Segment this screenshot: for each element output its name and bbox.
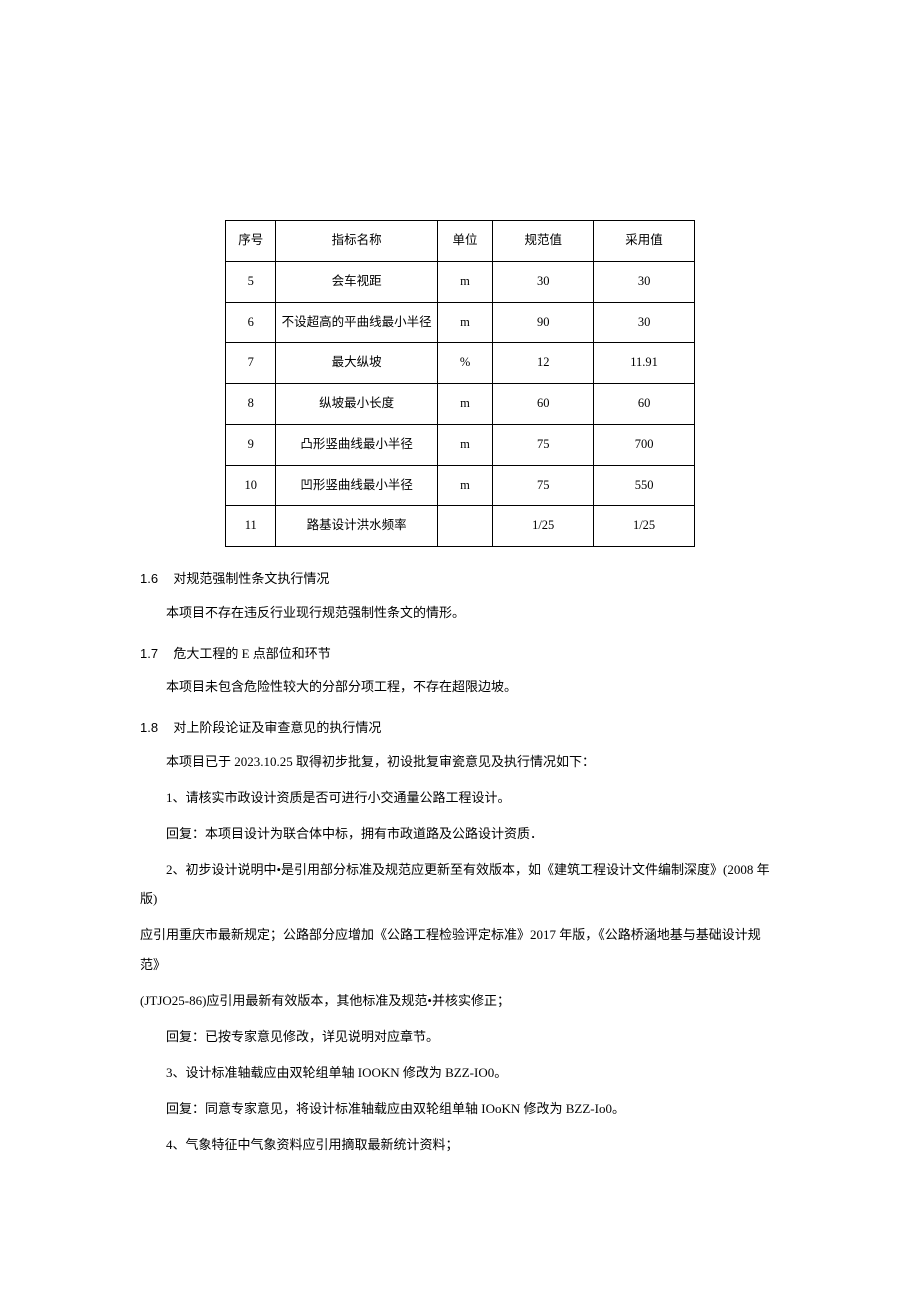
section-title: 危大工程的 E 点部位和环节 — [173, 646, 330, 661]
cell-use: 30 — [594, 302, 695, 343]
cell-unit: m — [437, 424, 492, 465]
cell-name: 凹形竖曲线最小半径 — [276, 465, 437, 506]
body-paragraph: (JTJO25-86)应引用最新有效版本，其他标准及规范•并核实修正； — [140, 986, 780, 1016]
body-paragraph: 本项目不存在违反行业现行规范强制性条文的情形。 — [140, 598, 780, 628]
cell-spec: 30 — [493, 261, 594, 302]
cell-spec: 75 — [493, 424, 594, 465]
section-title: 对规范强制性条文执行情况 — [173, 571, 329, 586]
section-1-8-heading: 1.8 对上阶段论证及审查意见的执行情况 — [140, 716, 780, 741]
cell-name: 凸形竖曲线最小半径 — [276, 424, 437, 465]
cell-seq: 5 — [226, 261, 276, 302]
cell-use: 30 — [594, 261, 695, 302]
th-use: 采用值 — [594, 221, 695, 262]
cell-unit: m — [437, 465, 492, 506]
th-unit: 单位 — [437, 221, 492, 262]
body-paragraph: 回复：同意专家意见，将设计标准轴载应由双轮组单轴 IOoKN 修改为 BZZ-I… — [140, 1094, 780, 1124]
cell-unit: m — [437, 384, 492, 425]
table-row: 10 凹形竖曲线最小半径 m 75 550 — [226, 465, 695, 506]
section-1-6-heading: 1.6 对规范强制性条文执行情况 — [140, 567, 780, 592]
cell-spec: 1/25 — [493, 506, 594, 547]
cell-name: 路基设计洪水频率 — [276, 506, 437, 547]
cell-seq: 7 — [226, 343, 276, 384]
body-paragraph: 本项目未包含危险性较大的分部分项工程，不存在超限边坡。 — [140, 672, 780, 702]
body-paragraph: 应引用重庆市最新规定；公路部分应增加《公路工程检验评定标准》2017 年版，《公… — [140, 920, 780, 980]
cell-spec: 75 — [493, 465, 594, 506]
cell-use: 11.91 — [594, 343, 695, 384]
table-row: 7 最大纵坡 % 12 11.91 — [226, 343, 695, 384]
cell-name: 不设超高的平曲线最小半径 — [276, 302, 437, 343]
cell-spec: 90 — [493, 302, 594, 343]
cell-seq: 9 — [226, 424, 276, 465]
cell-name: 会车视距 — [276, 261, 437, 302]
cell-use: 550 — [594, 465, 695, 506]
table-row: 5 会车视距 m 30 30 — [226, 261, 695, 302]
section-num: 1.7 — [140, 646, 158, 661]
body-paragraph: 回复：本项目设计为联合体中标，拥有市政道路及公路设计资质． — [140, 819, 780, 849]
cell-use: 700 — [594, 424, 695, 465]
th-spec: 规范值 — [493, 221, 594, 262]
cell-seq: 10 — [226, 465, 276, 506]
spec-table: 序号 指标名称 单位 规范值 采用值 5 会车视距 m 30 30 6 不设超高… — [225, 220, 695, 547]
table-row: 8 纵坡最小长度 m 60 60 — [226, 384, 695, 425]
body-paragraph: 本项目已于 2023.10.25 取得初步批复，初设批复审瓷意见及执行情况如下： — [140, 747, 780, 777]
table-header-row: 序号 指标名称 单位 规范值 采用值 — [226, 221, 695, 262]
body-paragraph: 回复：已按专家意见修改，详见说明对应章节。 — [140, 1022, 780, 1052]
cell-spec: 60 — [493, 384, 594, 425]
table-row: 11 路基设计洪水频率 1/25 1/25 — [226, 506, 695, 547]
cell-seq: 6 — [226, 302, 276, 343]
section-num: 1.6 — [140, 571, 158, 586]
body-paragraph: 1、请核实市政设计资质是否可进行小交通量公路工程设计。 — [140, 783, 780, 813]
cell-name: 最大纵坡 — [276, 343, 437, 384]
body-paragraph: 3、设计标准轴载应由双轮组单轴 IOOKN 修改为 BZZ-IO0。 — [140, 1058, 780, 1088]
cell-unit: m — [437, 302, 492, 343]
cell-seq: 8 — [226, 384, 276, 425]
table-row: 9 凸形竖曲线最小半径 m 75 700 — [226, 424, 695, 465]
section-1-7-heading: 1.7 危大工程的 E 点部位和环节 — [140, 642, 780, 667]
section-title: 对上阶段论证及审查意见的执行情况 — [173, 720, 381, 735]
cell-name: 纵坡最小长度 — [276, 384, 437, 425]
th-name: 指标名称 — [276, 221, 437, 262]
body-paragraph: 2、初步设计说明中•是引用部分标准及规范应更新至有效版本，如《建筑工程设计文件编… — [140, 855, 780, 915]
cell-seq: 11 — [226, 506, 276, 547]
cell-unit: % — [437, 343, 492, 384]
cell-use: 60 — [594, 384, 695, 425]
table-row: 6 不设超高的平曲线最小半径 m 90 30 — [226, 302, 695, 343]
th-seq: 序号 — [226, 221, 276, 262]
body-paragraph: 4、气象特征中气象资料应引用摘取最新统计资料； — [140, 1130, 780, 1160]
cell-use: 1/25 — [594, 506, 695, 547]
section-num: 1.8 — [140, 720, 158, 735]
cell-unit: m — [437, 261, 492, 302]
cell-unit — [437, 506, 492, 547]
cell-spec: 12 — [493, 343, 594, 384]
